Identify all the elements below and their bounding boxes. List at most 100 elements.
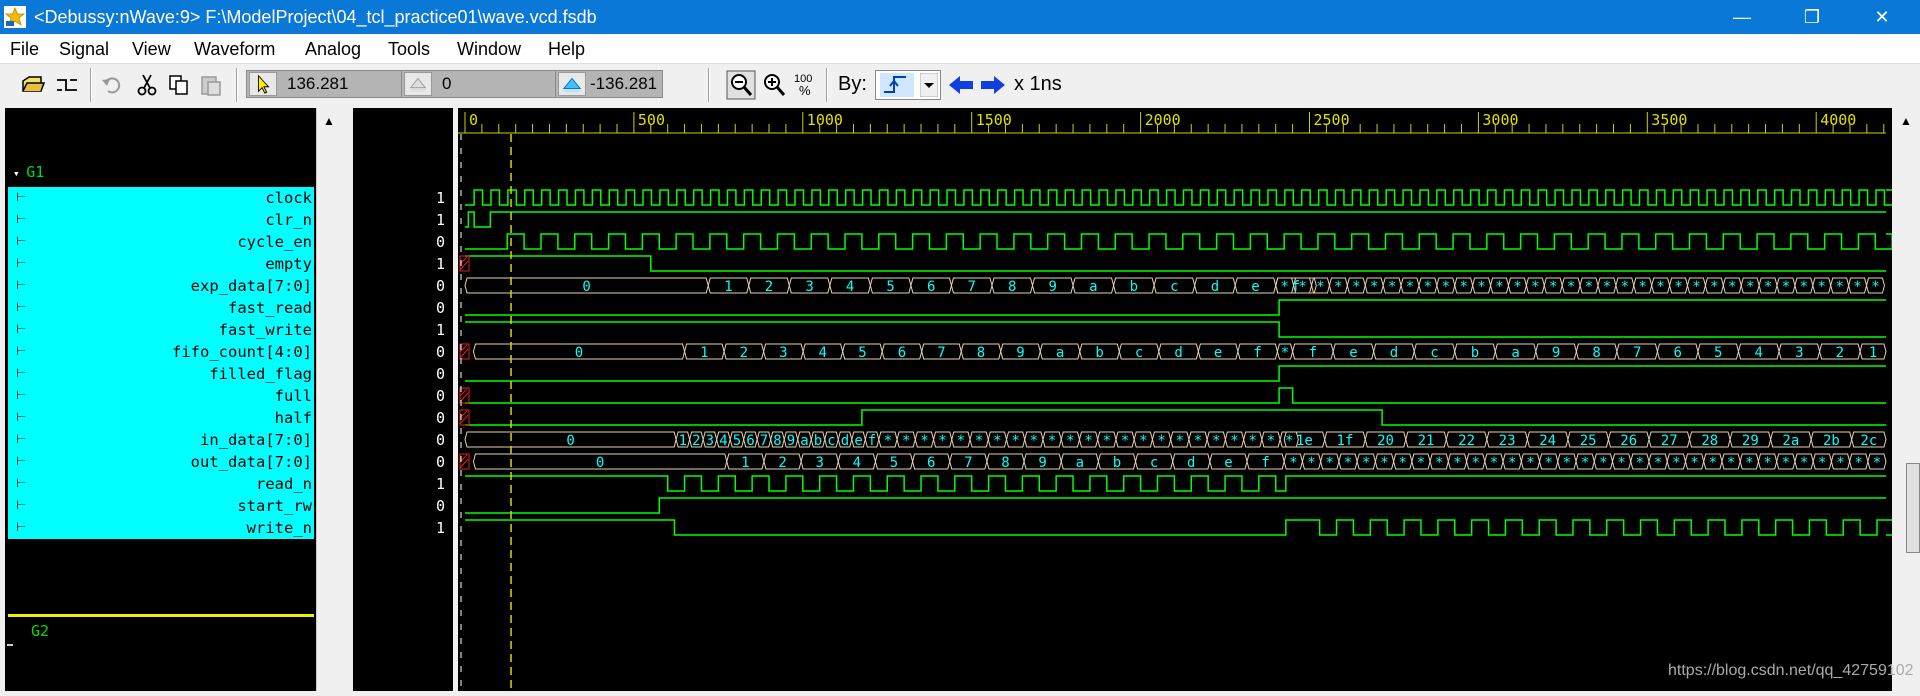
scroll-up-icon[interactable]: ▲ — [1897, 112, 1915, 130]
bus-fifo_count-value: 2 — [1836, 345, 1844, 361]
signal-name: start_rw — [237, 497, 312, 515]
menu-signal[interactable]: Signal — [59, 39, 109, 60]
bus-fifo_count-value: 4 — [1755, 345, 1763, 361]
bus-out_data-value: 5 — [890, 455, 898, 471]
signal-row-fast_read[interactable]: ⊢ fast_read — [8, 297, 314, 319]
bus-exp_data-value: * — [1853, 279, 1861, 295]
zoom-fit-icon[interactable]: 100% — [792, 70, 818, 100]
waveform-canvas[interactable]: 0 500 1000 1500 2000 2500 3000 3500 40000 1 2 3 4 5 6 7… — [458, 108, 1895, 691]
scroll-thumb[interactable] — [1906, 463, 1920, 553]
zoom-out-icon[interactable] — [726, 70, 756, 100]
wave-full — [465, 387, 1886, 404]
menu-window[interactable]: Window — [457, 39, 521, 60]
undo-icon[interactable] — [100, 72, 126, 98]
bus-in_data-value: 1 — [679, 433, 687, 449]
bus-exp_data-value: * — [1280, 279, 1288, 295]
wave-clock — [465, 189, 1894, 206]
bus-exp_data-value: * — [1639, 279, 1647, 295]
ruler-label: 2500 — [1314, 111, 1350, 129]
signal-row-half[interactable]: ⊢ half — [8, 407, 314, 429]
signal-row-write_n[interactable]: ⊢ write_n — [8, 517, 314, 539]
bus-in_data-value: 8 — [773, 433, 781, 449]
by-label: By: — [838, 73, 867, 95]
signal-row-clr_n[interactable]: ⊢ clr_n — [8, 209, 314, 231]
toolbar-separator — [236, 68, 238, 102]
bus-out_data-value: * — [1654, 455, 1662, 471]
tree-branch-icon: ⊢ — [16, 300, 27, 314]
bus-exp_data-value: * — [1513, 279, 1521, 295]
open-file-icon[interactable] — [20, 72, 46, 98]
cut-icon[interactable] — [134, 72, 160, 98]
signal-value-pane[interactable]: 1 1 0 1 0 0 1 0 0 0 0 0 0 1 0 1 — [353, 108, 453, 691]
marker-time-field[interactable]: 0 — [401, 70, 561, 98]
restore-button[interactable]: ❐ — [1782, 0, 1842, 34]
group-g1-label[interactable]: ▾ G1 — [13, 163, 44, 181]
close-button[interactable]: ✕ — [1852, 0, 1912, 34]
bus-out_data-value: * — [1490, 455, 1498, 471]
search-backward-icon[interactable] — [946, 72, 976, 98]
search-forward-icon[interactable] — [978, 72, 1008, 98]
menu-waveform[interactable]: Waveform — [194, 39, 275, 60]
signal-row-out_data[interactable]: ⊢ out_data[7:0] — [8, 451, 314, 473]
signal-name-pane[interactable]: ▾ G1 ⊢ clock ⊢ clr_n ⊢ cycle_en ⊢ empty ⊢ exp_dat… — [5, 108, 317, 691]
wave-empty — [465, 255, 1886, 272]
delta-time-field[interactable]: -136.281 — [555, 70, 663, 98]
edge-type-select[interactable] — [875, 70, 941, 100]
waveform-scrollbar[interactable]: ▲ — [1892, 108, 1920, 691]
bus-exp_data-value: * — [1352, 279, 1360, 295]
signal-row-fifo_count[interactable]: ⊢ fifo_count[4:0] — [8, 341, 314, 363]
signal-row-exp_data[interactable]: ⊢ exp_data[7:0] — [8, 275, 314, 297]
menu-tools[interactable]: Tools — [388, 39, 430, 60]
pane-splitter[interactable] — [340, 108, 353, 691]
zoom-in-icon[interactable] — [760, 71, 788, 99]
signal-name: fast_read — [228, 299, 312, 317]
bus-out_data-value: * — [1362, 455, 1370, 471]
signal-row-clock[interactable]: ⊢ clock — [8, 187, 314, 209]
signal-value: 1 — [435, 321, 445, 339]
signal-name: exp_data[7:0] — [190, 277, 312, 295]
menu-help[interactable]: Help — [548, 39, 585, 60]
bus-out_data-value: 7 — [964, 455, 972, 471]
waveform-area[interactable]: 0 500 1000 1500 2000 2500 3000 3500 4000 0 1 2 3 4 5 6 7… — [458, 108, 1895, 691]
bus-out_data-value: * — [1326, 455, 1334, 471]
bus-in_data-value: 26 — [1620, 433, 1637, 449]
signal-row-fast_write[interactable]: ⊢ fast_write — [8, 319, 314, 341]
scroll-up-icon[interactable]: ▲ — [320, 112, 338, 130]
signal-row-start_rw[interactable]: ⊢ start_rw — [8, 495, 314, 517]
signal-row-filled_flag[interactable]: ⊢ filled_flag — [8, 363, 314, 385]
bus-fifo_count-value: d — [1174, 345, 1182, 361]
bus-in_data-value: 1e — [1296, 433, 1313, 449]
bus-in_data-value: b — [814, 433, 822, 449]
bus-out_data-value: * — [1453, 455, 1461, 471]
cursor-time-field[interactable]: 136.281 — [246, 70, 406, 98]
signal-row-cycle_en[interactable]: ⊢ cycle_en — [8, 231, 314, 253]
paste-icon[interactable] — [198, 72, 224, 98]
minimize-button[interactable]: — — [1712, 0, 1772, 34]
menu-file[interactable]: File — [10, 39, 39, 60]
bus-exp_data-value: e — [1251, 279, 1259, 295]
name-pane-scrollbar[interactable]: ▲ — [316, 108, 340, 691]
chevron-down-icon[interactable] — [920, 73, 938, 97]
bus-out_data-value: * — [1544, 455, 1552, 471]
bus-in_data-value: * — [1212, 433, 1220, 449]
nwave-app-icon[interactable] — [4, 6, 26, 28]
bus-exp_data-value: * — [1406, 279, 1414, 295]
tree-branch-icon: ⊢ — [16, 256, 27, 270]
signal-row-in_data[interactable]: ⊢ in_data[7:0] — [8, 429, 314, 451]
signal-row-read_n[interactable]: ⊢ read_n — [8, 473, 314, 495]
bus-in_data-value: 20 — [1377, 433, 1394, 449]
menu-view[interactable]: View — [132, 39, 171, 60]
menu-analog[interactable]: Analog — [305, 39, 361, 60]
wave-fast_read — [465, 299, 1886, 316]
bus-out_data-value: * — [1526, 455, 1534, 471]
copy-icon[interactable] — [166, 72, 192, 98]
bus-fifo_count-value: a — [1056, 345, 1064, 361]
signal-layout-icon[interactable] — [54, 72, 80, 98]
signal-row-empty[interactable]: ⊢ empty — [8, 253, 314, 275]
bus-in_data-value: * — [1176, 433, 1184, 449]
signal-row-full[interactable]: ⊢ full — [8, 385, 314, 407]
signal-value: 0 — [435, 233, 445, 251]
group-g2-label[interactable]: G2 — [31, 622, 49, 640]
bus-out_data-value: * — [1690, 455, 1698, 471]
bus-in_data-value: * — [1267, 433, 1275, 449]
